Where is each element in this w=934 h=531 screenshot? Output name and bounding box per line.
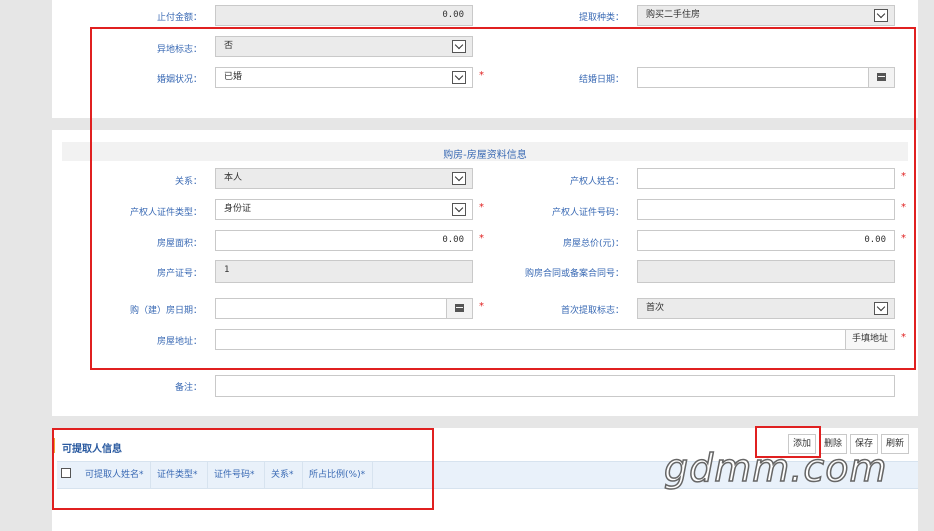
guanxi-select[interactable]: 本人 (215, 168, 473, 189)
guanxi-label: 关系： (174, 177, 202, 187)
section-title: 购房-房屋资料信息 (443, 150, 527, 161)
id-no-label: 产权人证件号码： (551, 208, 624, 218)
guanxi-value: 本人 (224, 173, 243, 183)
required-mark: * (901, 332, 906, 343)
buy-date-label: 购（建）房日期： (129, 306, 202, 316)
select-all-checkbox[interactable] (61, 468, 71, 478)
yidi-label: 异地标志： (156, 45, 202, 55)
first-flag-label: 首次提取标志： (560, 306, 624, 316)
chevron-down-icon (452, 40, 466, 53)
column-header-id-no[interactable]: 证件号码* (208, 461, 265, 489)
chevron-down-icon (452, 172, 466, 185)
chevron-down-icon (452, 71, 466, 84)
required-mark: * (901, 202, 906, 213)
jiehun-date-label: 结婚日期： (578, 75, 624, 85)
area-input[interactable]: 0.00 (215, 230, 473, 251)
yidi-select[interactable]: 否 (215, 36, 473, 57)
owner-name-label: 产权人姓名： (569, 177, 624, 187)
extractor-title: 可提取人信息 (62, 444, 122, 455)
section-accent (52, 438, 55, 453)
id-type-label: 产权人证件类型： (129, 208, 202, 218)
zhifu-amount-field[interactable]: 0.00 (215, 5, 473, 26)
required-mark: * (901, 171, 906, 182)
id-type-value: 身份证 (224, 204, 252, 214)
column-header-relation[interactable]: 关系* (265, 461, 303, 489)
first-flag-select[interactable]: 首次 (637, 298, 895, 319)
tiqu-type-select[interactable]: 购买二手住房 (637, 5, 895, 26)
tiqu-type-value: 购买二手住房 (646, 10, 701, 20)
chevron-down-icon (452, 203, 466, 216)
yidi-value: 否 (224, 41, 234, 51)
cert-no-field[interactable]: 1 (215, 260, 473, 283)
jiehun-date-input[interactable] (637, 67, 895, 88)
chevron-down-icon (874, 9, 888, 22)
calendar-icon[interactable] (868, 68, 894, 87)
remark-input[interactable] (215, 375, 895, 397)
buy-date-input[interactable] (215, 298, 473, 319)
hunyin-label: 婚姻状况： (156, 75, 202, 85)
column-header-ratio[interactable]: 所占比例(%)* (303, 461, 373, 489)
tiqu-type-label: 提取种类： (578, 13, 624, 23)
zhifu-label: 止付金额： (156, 13, 202, 23)
cert-no-label: 房产证号： (156, 269, 202, 279)
column-header-id-type[interactable]: 证件类型* (151, 461, 208, 489)
remark-label: 备注： (174, 383, 202, 393)
first-flag-value: 首次 (646, 303, 665, 313)
manual-address-button[interactable]: 手填地址 (844, 330, 894, 349)
contract-label: 购房合同或备案合同号： (524, 269, 624, 279)
calendar-icon[interactable] (446, 299, 472, 318)
id-type-select[interactable]: 身份证 (215, 199, 473, 220)
total-price-label: 房屋总价(元)： (562, 239, 624, 249)
hunyin-select[interactable]: 已婚 (215, 67, 473, 88)
total-price-input[interactable]: 0.00 (637, 230, 895, 251)
owner-name-input[interactable] (637, 168, 895, 189)
required-mark: * (901, 233, 906, 244)
chevron-down-icon (874, 302, 888, 315)
area-label: 房屋面积： (156, 239, 202, 249)
address-label: 房屋地址： (156, 337, 202, 347)
watermark-text: gdmm.com (663, 445, 888, 491)
contract-field[interactable] (637, 260, 895, 283)
address-input[interactable]: 手填地址 (215, 329, 895, 350)
hunyin-value: 已婚 (224, 72, 243, 82)
column-header-name[interactable]: 可提取人姓名* (79, 461, 151, 489)
id-no-input[interactable] (637, 199, 895, 220)
